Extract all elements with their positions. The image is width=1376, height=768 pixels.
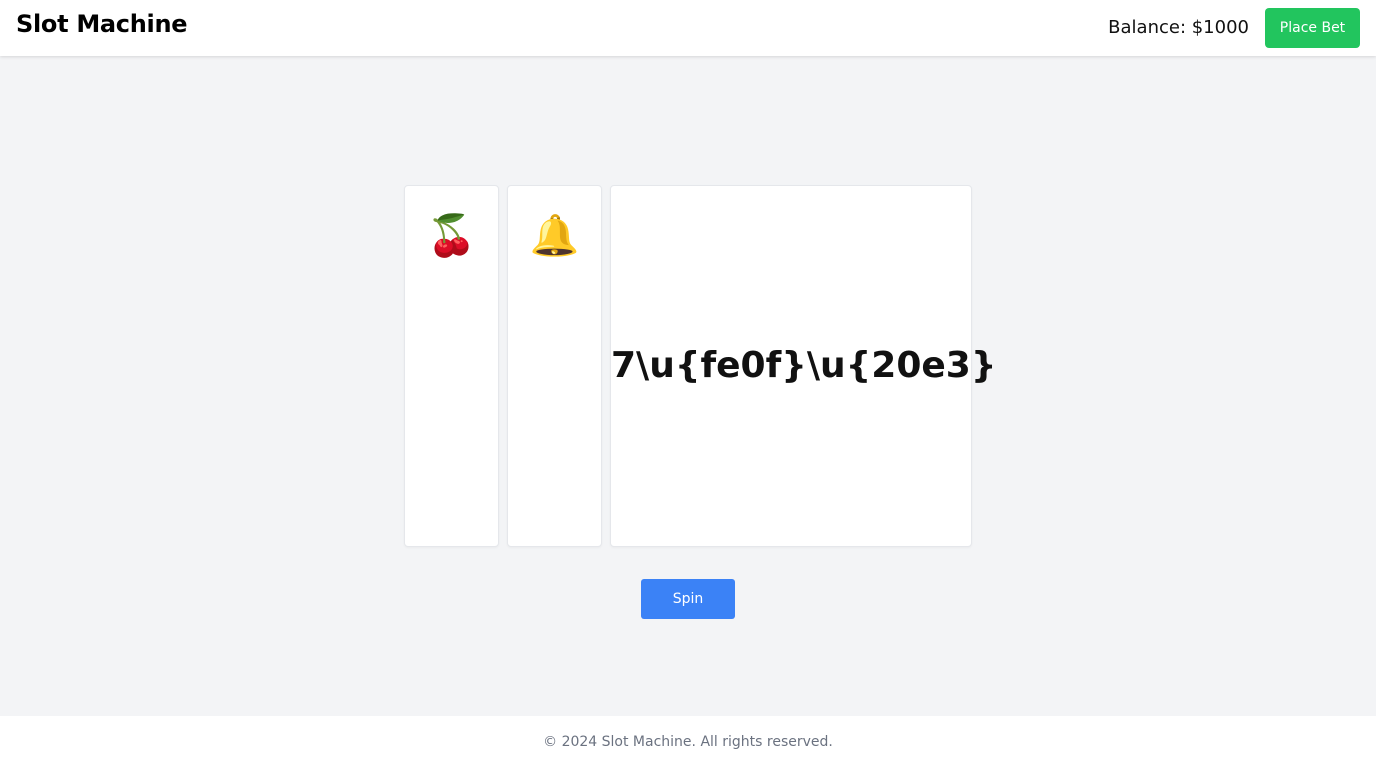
- reel-2: 🔔: [507, 185, 602, 547]
- footer-copyright: © 2024 Slot Machine. All rights reserved…: [543, 734, 833, 750]
- reel-3: 7\u{fe0f}\u{20e3}: [610, 185, 997, 547]
- cherry-icon: 🍒: [426, 213, 477, 259]
- spin-button[interactable]: Spin: [641, 579, 735, 619]
- app-header: Slot Machine Balance: $1000 Place Bet: [0, 0, 1376, 56]
- app-title: Slot Machine: [16, 10, 188, 38]
- bell-icon: 🔔: [529, 213, 580, 259]
- reel-1: 🍒: [404, 185, 499, 547]
- page-footer: © 2024 Slot Machine. All rights reserved…: [0, 716, 1376, 768]
- balance-display: Balance: $1000: [1108, 17, 1249, 38]
- place-bet-button[interactable]: Place Bet: [1265, 8, 1360, 48]
- reel-3-symbol: 7\u{fe0f}\u{20e3}: [611, 345, 997, 386]
